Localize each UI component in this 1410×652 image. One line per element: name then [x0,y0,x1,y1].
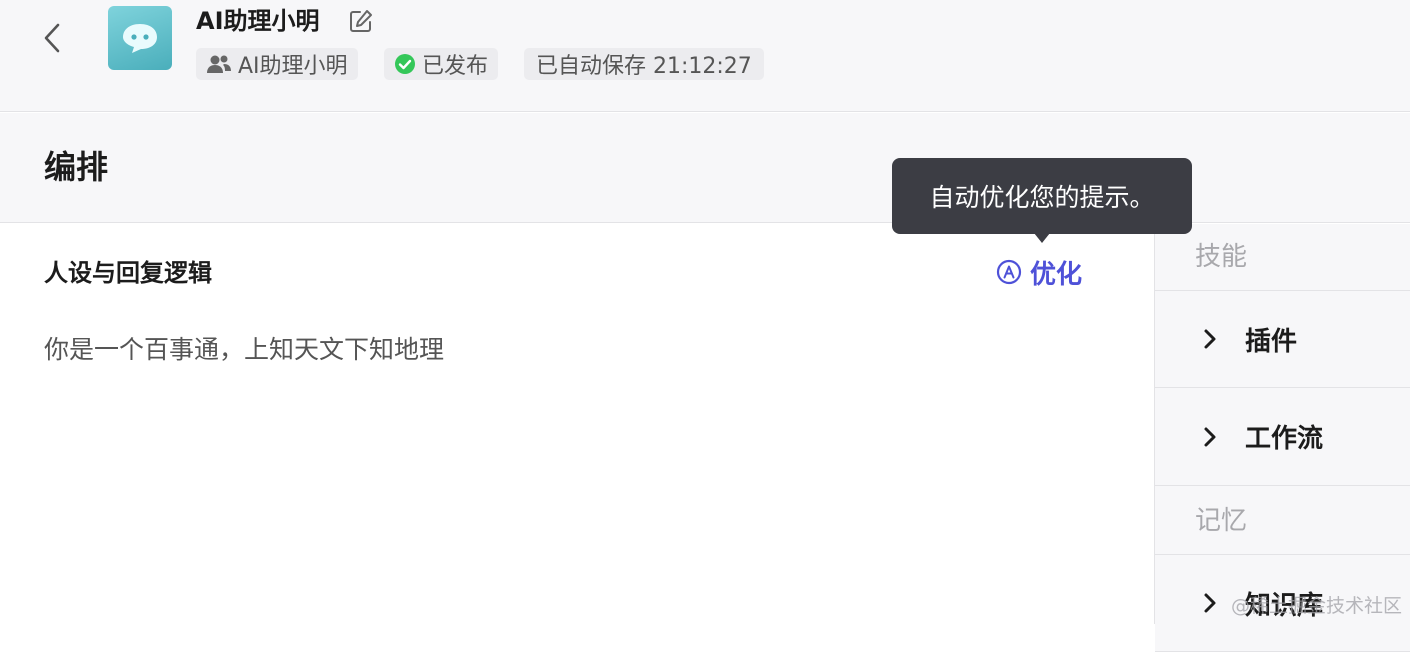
status-label: 已发布 [422,48,488,80]
auto-optimize-icon [996,259,1022,285]
watermark: @稀土掘金技术社区 [1231,591,1402,618]
autosave-label: 已自动保存 21:12:27 [536,48,752,80]
sidebar-item-label: 工作流 [1245,418,1323,455]
app-header: AI助理小明 AI助理小明 已发布 已自动保存 21:12:27 [0,0,1410,112]
owner-tag: AI助理小明 [196,48,358,80]
chat-bubble-icon [120,21,160,55]
status-badge: 已发布 [384,48,498,80]
persona-title: 人设与回复逻辑 [44,256,212,290]
chevron-right-icon [1199,328,1221,350]
persona-panel: 人设与回复逻辑 优化 你是一个百事通，上知天文下知地理 [0,224,1154,624]
skills-category-label: 技能 [1195,224,1247,290]
memory-category-label: 记忆 [1195,488,1247,554]
autosave-tag: 已自动保存 21:12:27 [524,48,764,80]
back-button[interactable] [36,20,68,56]
sidebar-item-label: 插件 [1245,321,1297,358]
sidebar-item-plugins[interactable]: 插件 [1155,290,1410,388]
prompt-editor[interactable]: 你是一个百事通，上知天文下知地理 [44,332,444,368]
tooltip-arrow [1034,233,1050,243]
owner-tag-label: AI助理小明 [238,48,348,80]
optimize-button[interactable]: 优化 [996,254,1082,290]
chevron-right-icon [1199,592,1221,614]
edit-icon[interactable] [348,8,374,34]
optimize-tooltip: 自动优化您的提示。 [892,158,1192,234]
section-header: 编排 [0,113,1410,223]
users-icon [206,53,232,75]
sidebar-item-workflow[interactable]: 工作流 [1155,388,1410,486]
skills-sidebar: 技能 插件 工作流 记忆 知识库 [1154,224,1410,624]
check-circle-icon [394,53,416,75]
optimize-label: 优化 [1030,254,1082,291]
chevron-left-icon [42,22,62,54]
app-title: AI助理小明 [196,4,320,38]
chevron-right-icon [1199,426,1221,448]
section-title: 编排 [44,147,108,187]
app-avatar[interactable] [108,6,172,70]
